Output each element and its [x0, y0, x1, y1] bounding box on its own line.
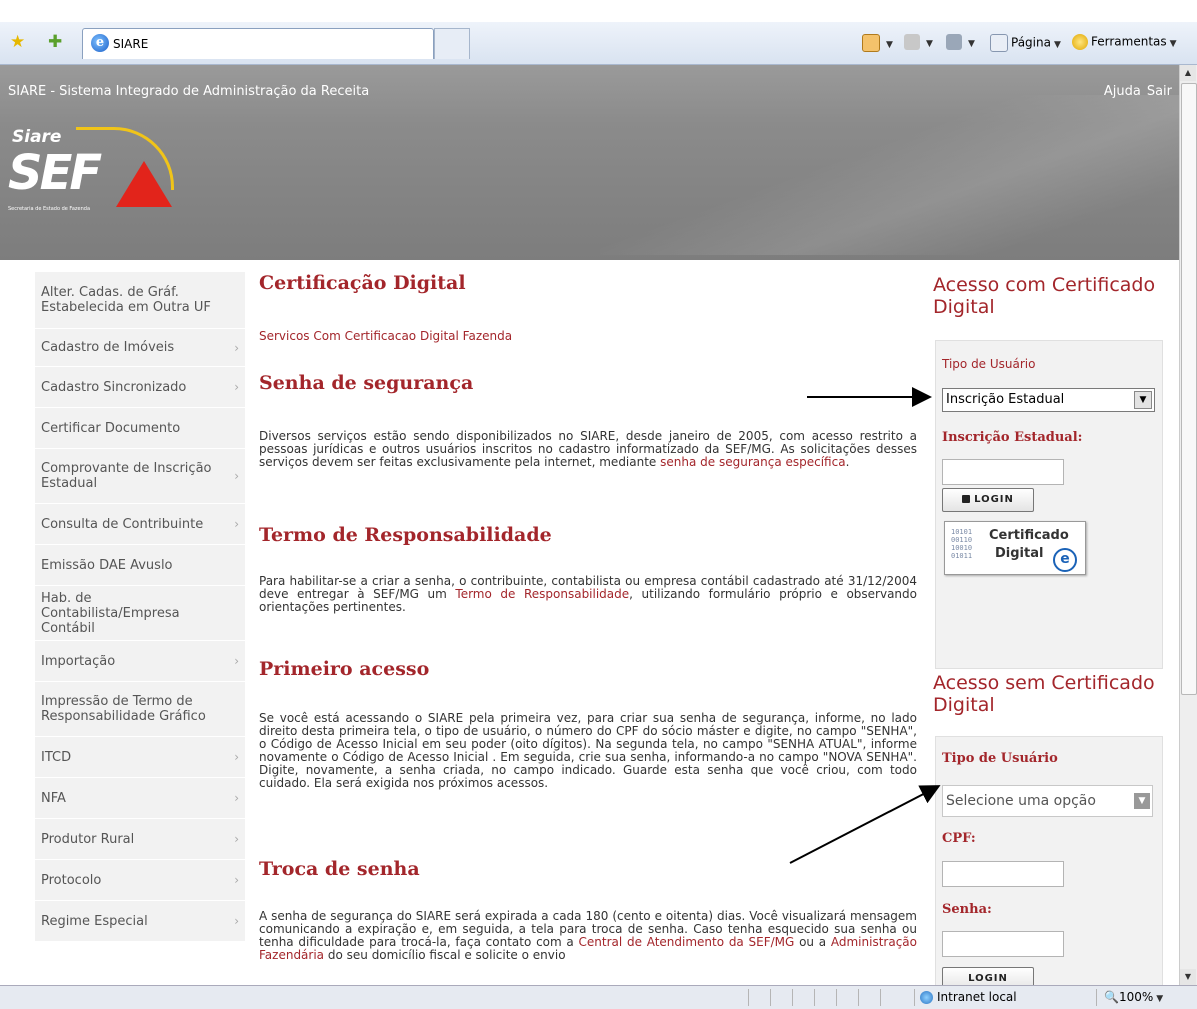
- print-button[interactable]: ▼: [946, 34, 975, 50]
- page-icon: [990, 34, 1008, 52]
- header-links: Ajuda Sair: [1098, 84, 1172, 99]
- feeds-button[interactable]: ▼: [904, 34, 933, 50]
- exit-link[interactable]: Sair: [1147, 84, 1172, 99]
- status-bar: Intranet local 🔍100% ▼: [0, 985, 1197, 1009]
- scroll-down-icon[interactable]: ▼: [1180, 969, 1196, 985]
- help-link[interactable]: Ajuda: [1104, 84, 1141, 99]
- scroll-up-icon[interactable]: ▲: [1180, 65, 1196, 81]
- printer-icon: [946, 34, 962, 50]
- add-favorites-icon[interactable]: ✚: [48, 33, 66, 51]
- browser-toolbar: ★ ✚ e SIARE ▼ ▼ ▼ Página ▼ Ferramentas ▼: [0, 22, 1197, 65]
- zoom-icon: 🔍: [1104, 990, 1119, 1004]
- globe-icon: [920, 991, 933, 1004]
- annotation-arrows: [789, 387, 941, 864]
- new-tab-button[interactable]: [434, 28, 470, 59]
- scroll-thumb[interactable]: [1181, 83, 1197, 695]
- page-menu[interactable]: Página ▼: [990, 34, 1061, 52]
- ie-icon: e: [91, 34, 109, 52]
- system-title: SIARE - Sistema Integrado de Administraç…: [8, 84, 370, 99]
- home-button[interactable]: ▼: [862, 34, 893, 52]
- browser-tab[interactable]: e SIARE: [82, 28, 434, 59]
- arrow-to-user-type: [789, 785, 941, 864]
- feeds-icon: [904, 34, 920, 50]
- site-header: SIARE - Sistema Integrado de Administraç…: [0, 65, 1197, 260]
- sef-logo: Siare SEF Secretaria de Estado de Fazend…: [8, 127, 178, 217]
- top-strip: [0, 0, 1197, 22]
- home-icon: [862, 34, 880, 52]
- intranet-zone: Intranet local: [920, 990, 1017, 1004]
- tab-title: SIARE: [113, 37, 149, 51]
- tools-menu[interactable]: Ferramentas ▼: [1072, 34, 1177, 50]
- page-body: Alter. Cadas. de Gráf. Estabelecida em O…: [0, 260, 1180, 985]
- gear-icon: [1072, 34, 1088, 50]
- vertical-scrollbar[interactable]: ▲ ▼: [1179, 65, 1197, 985]
- favorites-star-icon[interactable]: ★: [10, 33, 28, 51]
- zoom-level[interactable]: 🔍100% ▼: [1104, 990, 1163, 1004]
